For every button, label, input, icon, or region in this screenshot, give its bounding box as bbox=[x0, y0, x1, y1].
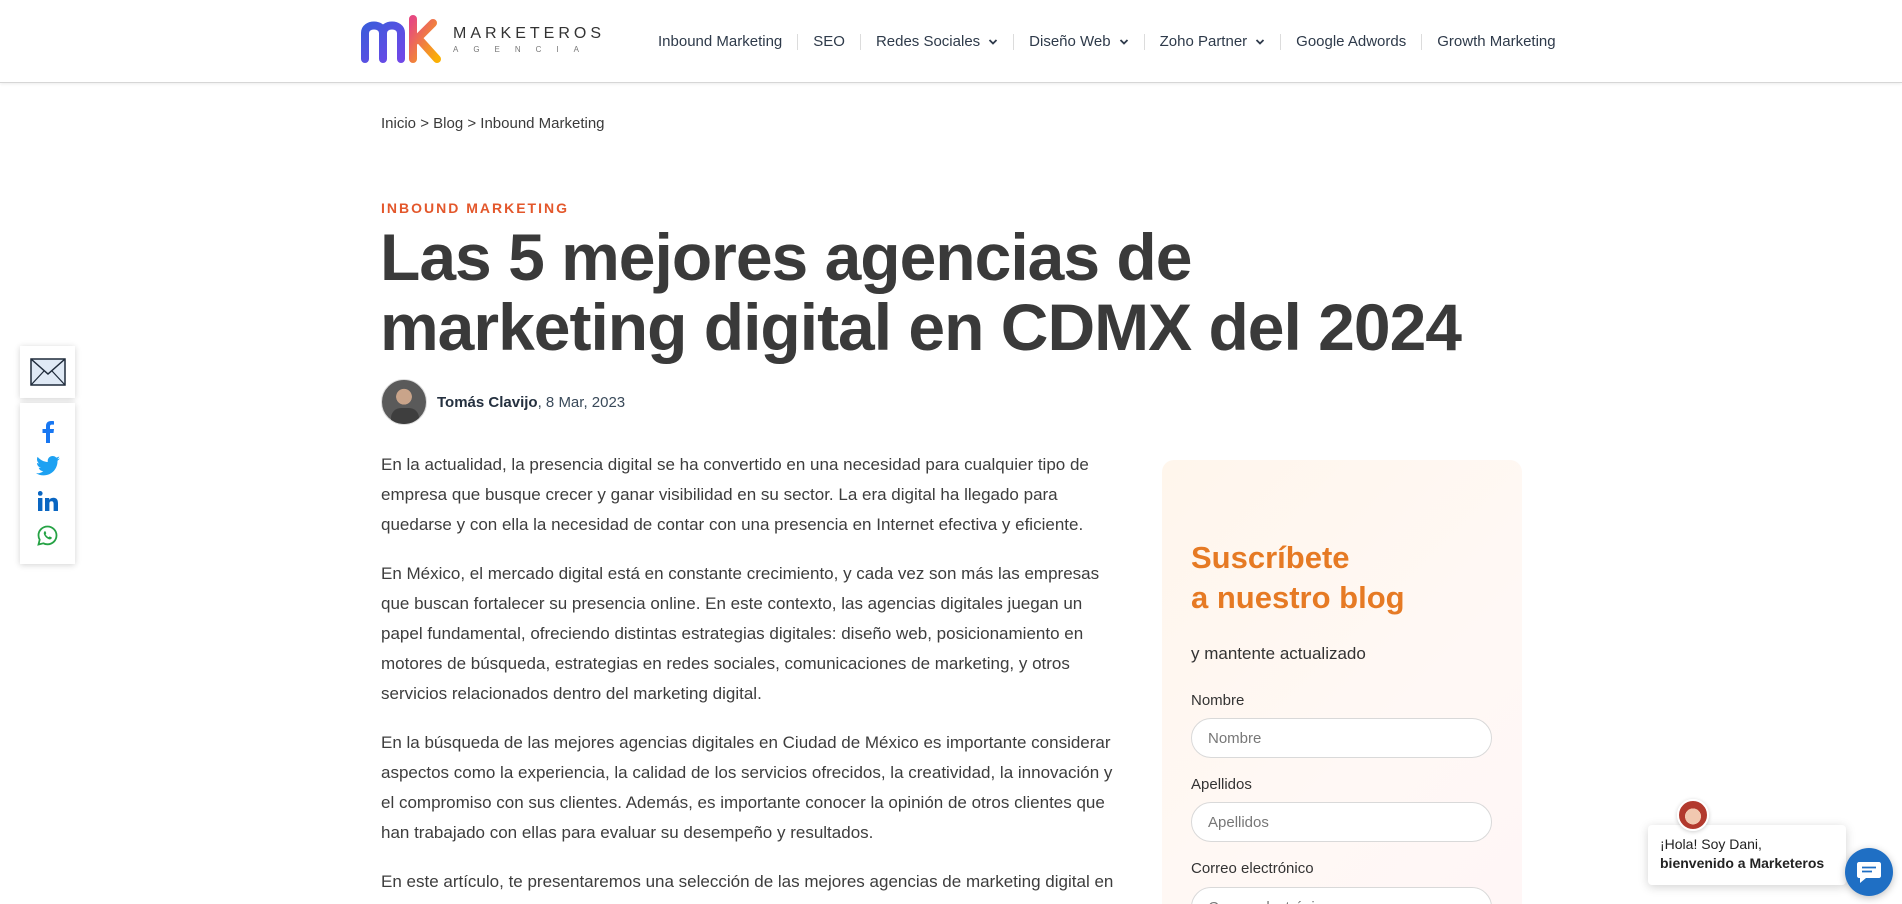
field-label-correo: Correo electrónico bbox=[1191, 860, 1314, 877]
subscribe-title: Suscríbete a nuestro blog bbox=[1191, 538, 1405, 618]
article-body: En la actualidad, la presencia digital s… bbox=[381, 450, 1126, 904]
field-label-nombre: Nombre bbox=[1191, 692, 1245, 709]
article-category[interactable]: INBOUND MARKETING bbox=[381, 200, 569, 216]
nav-label: SEO bbox=[813, 32, 845, 50]
article-title: Las 5 mejores agencias de marketing digi… bbox=[380, 220, 1462, 364]
chat-launcher-button[interactable] bbox=[1845, 848, 1893, 896]
article-author-line: Tomás Clavijo, 8 Mar, 2023 bbox=[381, 379, 625, 425]
nav-label: Inbound Marketing bbox=[658, 32, 783, 50]
nav-item-zoho-partner[interactable]: Zoho Partner bbox=[1145, 32, 1282, 50]
site-logo[interactable]: MARKETEROS AGENCIA bbox=[361, 14, 611, 64]
share-social-list bbox=[20, 403, 75, 564]
nav-item-redes-sociales[interactable]: Redes Sociales bbox=[861, 32, 1015, 50]
logo-subtitle: AGENCIA bbox=[453, 44, 595, 54]
nav-label: Growth Marketing bbox=[1437, 32, 1556, 50]
share-whatsapp-button[interactable] bbox=[36, 523, 60, 547]
article-paragraph: En este artículo, te presentaremos una s… bbox=[381, 872, 1114, 891]
breadcrumb: Inicio > Blog > Inbound Marketing bbox=[381, 115, 605, 132]
article-paragraph: En la búsqueda de las mejores agencias d… bbox=[381, 733, 1113, 842]
nombre-input[interactable] bbox=[1191, 718, 1492, 758]
site-header: MARKETEROS AGENCIA Inbound Marketing SEO… bbox=[0, 0, 1902, 83]
article-date: , 8 Mar, 2023 bbox=[537, 393, 626, 411]
nav-label: Diseño Web bbox=[1029, 32, 1111, 50]
logo-mark-icon bbox=[361, 15, 449, 63]
subscribe-title-line: a nuestro blog bbox=[1191, 580, 1405, 615]
nav-label: Google Adwords bbox=[1296, 32, 1407, 50]
nav-item-diseno-web[interactable]: Diseño Web bbox=[1014, 32, 1145, 50]
chevron-down-icon bbox=[1256, 38, 1265, 45]
facebook-icon bbox=[42, 420, 54, 443]
linkedin-icon bbox=[37, 490, 58, 511]
breadcrumb-separator: > bbox=[467, 115, 477, 132]
logo-name: MARKETEROS bbox=[453, 24, 606, 42]
chat-welcome: bienvenido a Marketeros bbox=[1660, 855, 1825, 871]
twitter-icon bbox=[35, 456, 60, 476]
mail-icon bbox=[29, 358, 66, 386]
subscribe-subtitle: y mantente actualizado bbox=[1191, 644, 1366, 663]
share-twitter-button[interactable] bbox=[35, 454, 60, 478]
nav-label: Redes Sociales bbox=[875, 32, 981, 50]
breadcrumb-current[interactable]: Inbound Marketing bbox=[480, 115, 604, 132]
author-avatar bbox=[381, 379, 427, 425]
chat-greeting-bubble[interactable]: ¡Hola! Soy Dani, bienvenido a Marketeros bbox=[1648, 825, 1846, 885]
whatsapp-icon bbox=[37, 525, 58, 546]
nav-item-seo[interactable]: SEO bbox=[798, 32, 861, 50]
nav-label: Zoho Partner bbox=[1159, 32, 1248, 50]
nav-item-google-adwords[interactable]: Google Adwords bbox=[1281, 32, 1423, 50]
chat-icon bbox=[1857, 862, 1881, 883]
chevron-down-icon bbox=[989, 38, 998, 45]
apellidos-input[interactable] bbox=[1191, 802, 1492, 842]
article-paragraph: En la actualidad, la presencia digital s… bbox=[381, 455, 1089, 534]
share-email-button[interactable] bbox=[20, 346, 75, 398]
main-nav: Inbound Marketing SEO Redes Sociales Dis… bbox=[658, 0, 1571, 83]
share-linkedin-button[interactable] bbox=[36, 489, 60, 513]
nav-item-inbound-marketing[interactable]: Inbound Marketing bbox=[658, 32, 799, 50]
breadcrumb-blog[interactable]: Blog bbox=[433, 115, 463, 132]
email-input[interactable] bbox=[1191, 887, 1492, 904]
field-label-apellidos: Apellidos bbox=[1191, 776, 1252, 793]
article-paragraph: En México, el mercado digital está en co… bbox=[381, 564, 1100, 703]
subscribe-box: Suscríbete a nuestro blog y mantente act… bbox=[1162, 460, 1522, 904]
share-facebook-button[interactable] bbox=[36, 420, 60, 444]
nav-item-growth-marketing[interactable]: Growth Marketing bbox=[1422, 32, 1570, 50]
author-name[interactable]: Tomás Clavijo bbox=[437, 394, 538, 411]
breadcrumb-separator: > bbox=[420, 115, 429, 132]
subscribe-title-line: Suscríbete bbox=[1191, 540, 1350, 575]
chevron-down-icon bbox=[1119, 38, 1128, 45]
breadcrumb-home[interactable]: Inicio bbox=[381, 115, 416, 132]
chat-greeting: ¡Hola! Soy Dani, bbox=[1660, 836, 1762, 852]
chat-agent-avatar bbox=[1677, 799, 1709, 831]
